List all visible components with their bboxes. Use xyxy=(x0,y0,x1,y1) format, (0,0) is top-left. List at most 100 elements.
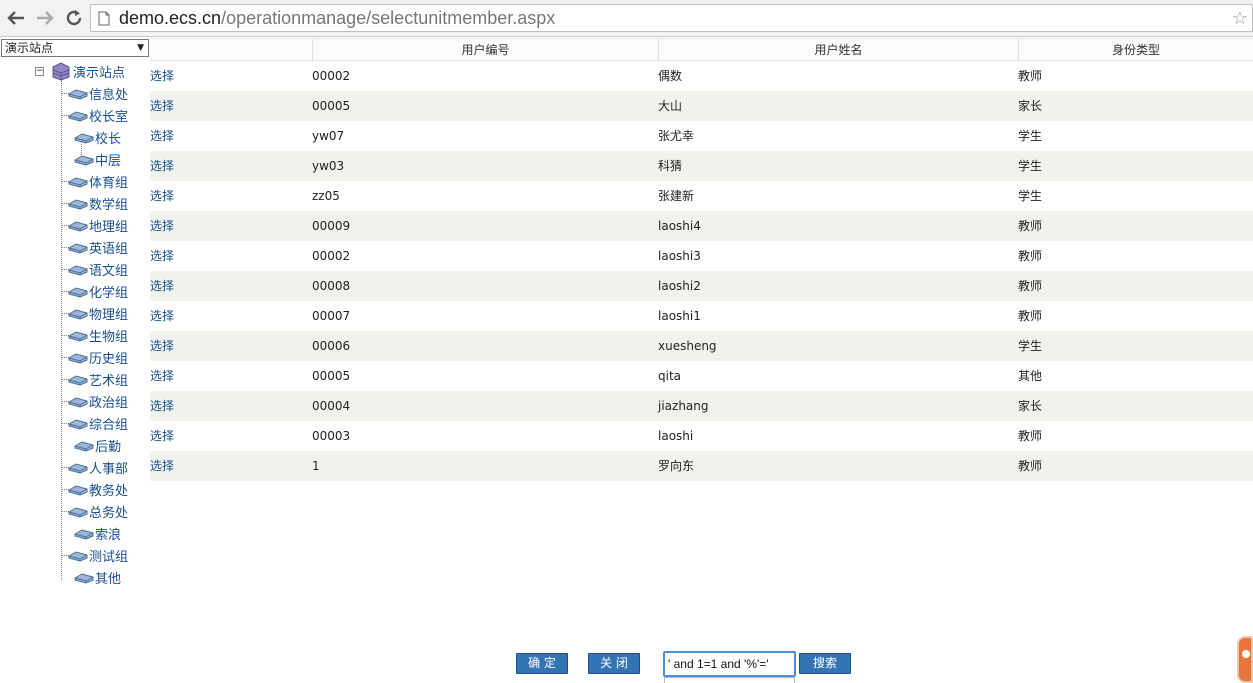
user-name-cell: 偶数 xyxy=(658,69,683,83)
tree-node-label: 物理组 xyxy=(89,307,129,323)
tree-node[interactable]: 英语组 xyxy=(68,238,128,257)
url-host: demo.ecs.cn xyxy=(119,8,222,28)
select-link[interactable]: 选择 xyxy=(150,91,174,121)
member-table: 用户编号 用户姓名 身份类型 选择 00002 偶数 教师 选择 00005 大山 家长 选择 y… xyxy=(150,38,1253,481)
tree-node[interactable]: 政治组 xyxy=(68,392,128,411)
user-id-cell: yw03 xyxy=(312,159,345,173)
tree-node[interactable]: 语文组 xyxy=(68,260,128,279)
forward-button[interactable] xyxy=(34,7,56,29)
tree-node[interactable]: 校长室 xyxy=(68,106,128,125)
tree-node[interactable]: 人事部 xyxy=(68,458,128,477)
tree-node[interactable]: 其他 xyxy=(74,568,122,587)
tree-node[interactable]: 艺术组 xyxy=(68,370,128,389)
tree-node[interactable]: 中层 xyxy=(74,150,121,169)
tree-node[interactable]: 物理组 xyxy=(68,304,129,323)
tree-node[interactable]: 总务处 xyxy=(68,502,129,521)
user-name-cell: xuesheng xyxy=(658,339,717,353)
tree-node-label: 总务处 xyxy=(89,505,129,521)
select-link[interactable]: 选择 xyxy=(150,421,174,451)
table-header: 用户编号 用户姓名 身份类型 xyxy=(150,38,1253,61)
bookmark-star-icon[interactable]: ☆ xyxy=(1232,8,1248,29)
table-row: 选择 zz05 张建新 学生 xyxy=(150,181,1253,211)
tree-node[interactable]: 索浪 xyxy=(74,524,121,543)
tree-node[interactable]: 测试组 xyxy=(68,546,128,565)
site-select-value: 演示站点 xyxy=(5,41,54,55)
unit-icon xyxy=(68,221,88,232)
select-link[interactable]: 选择 xyxy=(150,361,174,391)
tree-node-label: 后勤 xyxy=(95,439,122,455)
identity-type-cell: 学生 xyxy=(1018,189,1043,203)
tree-node[interactable]: 数学组 xyxy=(68,194,129,213)
confirm-button[interactable]: 确 定 xyxy=(516,653,568,674)
identity-type-cell: 家长 xyxy=(1018,99,1043,113)
tree-node-label: 化学组 xyxy=(89,285,129,301)
tree-node[interactable]: 历史组 xyxy=(68,348,128,367)
tree-node-label: 其他 xyxy=(95,571,122,587)
unit-icon xyxy=(74,573,94,584)
user-id-cell: 00005 xyxy=(312,369,351,383)
url-text: demo.ecs.cn/operationmanage/selectunitme… xyxy=(119,8,555,29)
tree-node[interactable]: 信息处 xyxy=(68,84,128,103)
site-select[interactable]: 演示站点 ▼ xyxy=(1,39,149,57)
unit-icon xyxy=(74,441,94,452)
table-row: 选择 00006 xuesheng 学生 xyxy=(150,331,1253,361)
tree-node[interactable]: 教务处 xyxy=(68,480,128,499)
user-name-cell: laoshi4 xyxy=(658,219,701,233)
unit-icon xyxy=(74,155,94,166)
table-row: 选择 00002 偶数 教师 xyxy=(150,61,1253,91)
tree-node[interactable]: 体育组 xyxy=(68,172,129,191)
user-id-cell: 00008 xyxy=(312,279,351,293)
tree-node[interactable]: 地理组 xyxy=(68,216,129,235)
table-row: 选择 yw07 张尤幸 学生 xyxy=(150,121,1253,151)
select-link[interactable]: 选择 xyxy=(150,271,174,301)
table-row: 选择 00009 laoshi4 教师 xyxy=(150,211,1253,241)
select-link[interactable]: 选择 xyxy=(150,151,174,181)
user-id-cell: 00009 xyxy=(312,219,351,233)
unit-icon xyxy=(68,375,88,386)
tree-node-label: 综合组 xyxy=(89,417,129,433)
select-link[interactable]: 选择 xyxy=(150,331,174,361)
select-link[interactable]: 选择 xyxy=(150,211,174,241)
select-link[interactable]: 选择 xyxy=(150,301,174,331)
page-icon xyxy=(98,11,110,26)
search-input[interactable]: ' and 1=1 and '%'=' xyxy=(663,651,796,677)
header-cell-user-id[interactable]: 用户编号 xyxy=(312,39,658,61)
select-link[interactable]: 选择 xyxy=(150,451,174,481)
user-name-cell: 罗向东 xyxy=(658,459,695,473)
select-link[interactable]: 选择 xyxy=(150,181,174,211)
address-bar[interactable]: demo.ecs.cn/operationmanage/selectunitme… xyxy=(90,4,1253,32)
select-link[interactable]: 选择 xyxy=(150,121,174,151)
select-link[interactable]: 选择 xyxy=(150,61,174,91)
tree-node[interactable]: 校长 xyxy=(74,128,121,147)
tree-node-label: 体育组 xyxy=(89,175,129,191)
back-button[interactable] xyxy=(5,7,27,29)
user-id-cell: 00003 xyxy=(312,429,351,443)
tree-root[interactable]: 演示站点 xyxy=(50,62,126,81)
tree-node-label: 地理组 xyxy=(89,219,129,235)
reload-button[interactable] xyxy=(63,7,85,29)
header-cell-identity-type[interactable]: 身份类型 xyxy=(1018,39,1253,61)
tree-node[interactable]: 后勤 xyxy=(74,436,122,455)
tree-collapse-toggle[interactable]: − xyxy=(35,67,44,76)
user-name-cell: 科猜 xyxy=(658,159,683,173)
unit-icon xyxy=(68,111,88,122)
tree-node[interactable]: 生物组 xyxy=(68,326,128,345)
header-cell-user-name[interactable]: 用户姓名 xyxy=(658,39,1018,61)
tree-node[interactable]: 综合组 xyxy=(68,414,129,433)
tree-node-label: 数学组 xyxy=(89,197,129,213)
unit-icon xyxy=(68,353,88,364)
close-button[interactable]: 关 闭 xyxy=(588,653,640,674)
tree-node[interactable]: 化学组 xyxy=(68,282,129,301)
unit-icon xyxy=(68,419,88,430)
side-feedback-tab[interactable] xyxy=(1237,636,1253,683)
unit-icon xyxy=(68,177,88,188)
back-arrow-icon xyxy=(7,11,24,25)
search-button[interactable]: 搜索 xyxy=(799,653,851,674)
select-link[interactable]: 选择 xyxy=(150,391,174,421)
user-id-cell: 00002 xyxy=(312,249,351,263)
tree-root-label: 演示站点 xyxy=(73,65,126,81)
user-id-cell: 00005 xyxy=(312,99,351,113)
select-link[interactable]: 选择 xyxy=(150,241,174,271)
user-name-cell: laoshi xyxy=(658,429,694,443)
user-id-cell: 00004 xyxy=(312,399,351,413)
